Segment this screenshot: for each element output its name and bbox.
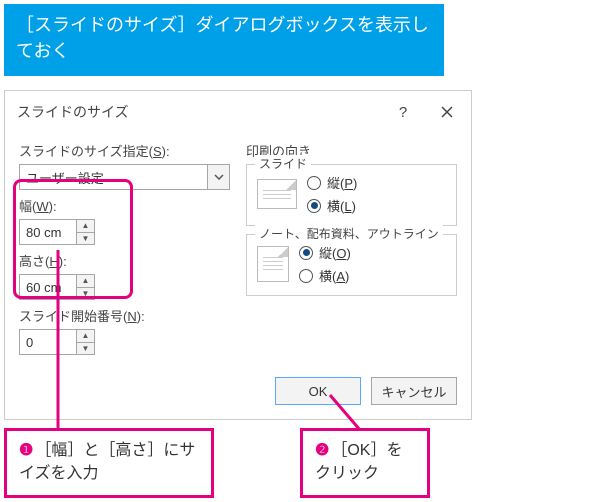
page-landscape-icon: [257, 179, 297, 209]
start-number-label: スライド開始番号(N):: [19, 306, 230, 325]
slide-size-dialog: スライドのサイズ ? スライドのサイズ指定(S): ユーザー設定: [4, 90, 472, 420]
radio-icon: [299, 246, 313, 260]
slides-landscape-radio[interactable]: 横(L): [307, 196, 357, 215]
size-spec-row: スライドのサイズ指定(S): ユーザー設定: [19, 141, 230, 190]
dialog-title: スライドのサイズ: [17, 102, 381, 122]
notes-portrait-radio[interactable]: 縦(O): [299, 243, 351, 262]
cancel-button[interactable]: キャンセル: [371, 377, 457, 405]
height-value: 60 cm: [20, 275, 76, 299]
width-spin-up[interactable]: ▲: [77, 220, 94, 233]
callout-1-text: ［幅］と［高さ］にサイズを入力: [19, 442, 195, 482]
dialog-buttons: OK キャンセル: [5, 375, 471, 419]
width-spinner[interactable]: 80 cm ▲ ▼: [19, 219, 95, 245]
start-number-row: スライド開始番号(N): 0 ▲ ▼: [19, 306, 230, 355]
close-button[interactable]: [425, 93, 469, 131]
callout-2-num: ❷: [315, 442, 329, 459]
close-icon: [441, 106, 453, 118]
callout-1-num: ❶: [19, 442, 33, 459]
radio-icon: [299, 269, 313, 283]
ok-button[interactable]: OK: [275, 377, 361, 405]
radio-icon: [307, 199, 321, 213]
width-spin-down[interactable]: ▼: [77, 233, 94, 245]
instruction-banner: ［スライドのサイズ］ダイアログボックスを表示しておく: [4, 4, 444, 76]
height-spin-up[interactable]: ▲: [77, 275, 94, 288]
dropdown-button[interactable]: [207, 165, 229, 189]
size-spec-value: ユーザー設定: [20, 168, 207, 187]
height-row: 高さ(H): 60 cm ▲ ▼: [19, 251, 230, 300]
notes-orientation-group: 縦(O) 横(A): [246, 234, 457, 296]
size-spec-combobox[interactable]: ユーザー設定: [19, 164, 230, 190]
width-row: 幅(W): 80 cm ▲ ▼: [19, 196, 230, 245]
help-button[interactable]: ?: [381, 93, 425, 131]
callout-2: ❷［OK］をクリック: [300, 428, 430, 498]
width-label: 幅(W):: [19, 196, 230, 215]
width-value: 80 cm: [20, 220, 76, 244]
slides-portrait-radio[interactable]: 縦(P): [307, 173, 357, 192]
callout-1: ❶［幅］と［高さ］にサイズを入力: [4, 428, 214, 498]
start-number-value: 0: [20, 330, 76, 354]
height-spinner[interactable]: 60 cm ▲ ▼: [19, 274, 95, 300]
page-portrait-icon: [257, 246, 289, 282]
slides-orientation-group: 縦(P) 横(L): [246, 164, 457, 226]
left-column: スライドのサイズ指定(S): ユーザー設定 幅(W): 80 cm ▲: [19, 141, 230, 361]
dialog-titlebar: スライドのサイズ ?: [5, 91, 471, 133]
size-spec-label: スライドのサイズ指定(S):: [19, 141, 230, 160]
start-number-spinner[interactable]: 0 ▲ ▼: [19, 329, 95, 355]
notes-landscape-radio[interactable]: 横(A): [299, 266, 351, 285]
radio-icon: [307, 176, 321, 190]
right-column: 印刷の向き 縦(P) 横(L): [246, 141, 457, 361]
start-number-spin-up[interactable]: ▲: [77, 330, 94, 343]
height-label: 高さ(H):: [19, 251, 230, 270]
start-number-spin-down[interactable]: ▼: [77, 343, 94, 355]
height-spin-down[interactable]: ▼: [77, 288, 94, 300]
chevron-down-icon: [214, 174, 224, 180]
instruction-text: ［スライドのサイズ］ダイアログボックスを表示しておく: [16, 15, 429, 61]
